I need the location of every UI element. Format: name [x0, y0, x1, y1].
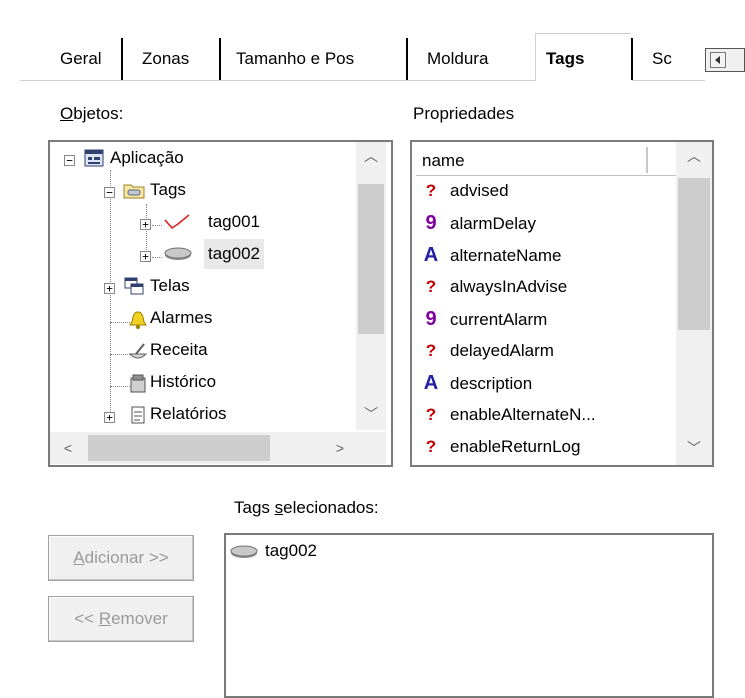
string-type-icon: A: [423, 372, 439, 394]
historic-icon: [128, 374, 148, 394]
collapse-toggle[interactable]: −: [104, 187, 115, 198]
property-advised[interactable]: ? advised: [420, 175, 509, 207]
scroll-up-icon[interactable]: ︿: [361, 146, 381, 166]
property-enablereturnlog[interactable]: ? enableReturnLog: [420, 431, 581, 463]
boolean-type-icon: ?: [425, 277, 437, 296]
boolean-type-icon: ?: [425, 437, 437, 456]
tree-item-alarmes[interactable]: Alarmes: [150, 303, 212, 333]
tab-divider: [406, 38, 408, 80]
expand-toggle[interactable]: +: [140, 251, 151, 262]
remove-button[interactable]: << Remover: [48, 596, 194, 642]
tree-line: [152, 225, 162, 226]
numeric-type-icon: 9: [425, 212, 437, 234]
property-description[interactable]: Adescription: [420, 367, 532, 399]
tree-item-receita[interactable]: Receita: [150, 335, 208, 365]
tab-zonas[interactable]: Zonas: [142, 40, 189, 78]
add-button[interactable]: Adicionar >>: [48, 535, 194, 581]
tab-scroll-left-icon[interactable]: [710, 52, 726, 68]
tab-divider: [121, 38, 123, 80]
column-header-name[interactable]: name: [422, 145, 465, 175]
tree-item-historico[interactable]: Histórico: [150, 367, 216, 397]
selected-tags-label: Tags selecionados:: [234, 498, 379, 517]
properties-dialog: Geral Zonas Tamanho e Pos Moldura Tags S…: [0, 0, 745, 698]
column-divider[interactable]: [646, 147, 648, 173]
tab-divider: [631, 38, 633, 80]
screens-icon: [124, 276, 144, 296]
property-alwaysinadvise[interactable]: ? alwaysInAdvise: [420, 271, 567, 303]
boolean-type-icon: ?: [425, 341, 437, 360]
tab-sc[interactable]: Sc: [652, 40, 672, 78]
tab-scroll-buttons[interactable]: [705, 48, 745, 72]
tree-item-aplicacao[interactable]: Aplicação: [110, 143, 184, 173]
reports-icon: [128, 405, 148, 425]
expand-toggle[interactable]: +: [140, 219, 151, 230]
tab-tamanho-e-pos[interactable]: Tamanho e Pos: [236, 40, 354, 78]
trend-tag-icon: [164, 212, 190, 232]
scroll-thumb[interactable]: [88, 435, 270, 461]
tags-folder-icon: [123, 180, 145, 200]
tree-horizontal-scrollbar[interactable]: < >: [50, 432, 356, 464]
disk-tag-icon: [230, 543, 260, 563]
boolean-type-icon: ?: [425, 405, 437, 424]
property-alternatename[interactable]: AalternateName: [420, 239, 562, 271]
scroll-left-icon[interactable]: <: [58, 438, 78, 458]
expand-toggle[interactable]: +: [104, 283, 115, 294]
boolean-type-icon: ?: [425, 181, 437, 200]
string-type-icon: A: [423, 244, 439, 266]
property-alarmdelay[interactable]: 9 alarmDelay: [420, 207, 536, 239]
properties-column-header[interactable]: name: [416, 145, 676, 176]
scroll-thumb[interactable]: [678, 178, 710, 330]
tree-item-relatorios[interactable]: Relatórios: [150, 399, 227, 429]
tree-item-telas[interactable]: Telas: [150, 271, 190, 301]
tree-vertical-scrollbar[interactable]: ︿ ﹀: [356, 142, 386, 430]
property-delayedalarm[interactable]: ? delayedAlarm: [420, 335, 554, 367]
tab-baseline: [20, 80, 535, 81]
scroll-corner: [356, 432, 386, 464]
expand-toggle[interactable]: +: [104, 412, 115, 423]
tree-line: [110, 170, 111, 420]
scroll-down-icon[interactable]: ﹀: [361, 404, 381, 424]
property-currentalarm[interactable]: 9 currentAlarm: [420, 303, 547, 335]
numeric-type-icon: 9: [425, 308, 437, 330]
disk-tag-icon: [164, 245, 194, 265]
selected-tag-item[interactable]: tag002: [265, 536, 317, 566]
collapse-toggle[interactable]: −: [64, 155, 75, 166]
tab-moldura[interactable]: Moldura: [427, 40, 488, 78]
tree-line: [152, 257, 162, 258]
properties-label: Propriedades: [413, 104, 515, 123]
tree-item-tags[interactable]: Tags: [150, 175, 186, 205]
tab-tags[interactable]: Tags: [546, 40, 584, 78]
alarm-bell-icon: [128, 310, 148, 330]
tab-baseline: [632, 80, 705, 81]
scroll-up-icon[interactable]: ︿: [684, 146, 704, 166]
objects-label: Objetos:: [60, 104, 124, 123]
scroll-thumb[interactable]: [358, 184, 384, 334]
tree-item-tag002[interactable]: tag002: [204, 239, 264, 269]
tab-geral[interactable]: Geral: [60, 40, 102, 78]
application-icon: [84, 148, 104, 168]
tree-item-tag001[interactable]: tag001: [208, 207, 260, 237]
scroll-right-icon[interactable]: >: [330, 438, 350, 458]
scroll-down-icon[interactable]: ﹀: [684, 438, 704, 458]
properties-vertical-scrollbar[interactable]: ︿ ﹀: [676, 142, 712, 465]
recipe-icon: [128, 342, 148, 362]
tab-divider: [219, 38, 221, 80]
property-enablealternatename[interactable]: ? enableAlternateN...: [420, 399, 596, 431]
